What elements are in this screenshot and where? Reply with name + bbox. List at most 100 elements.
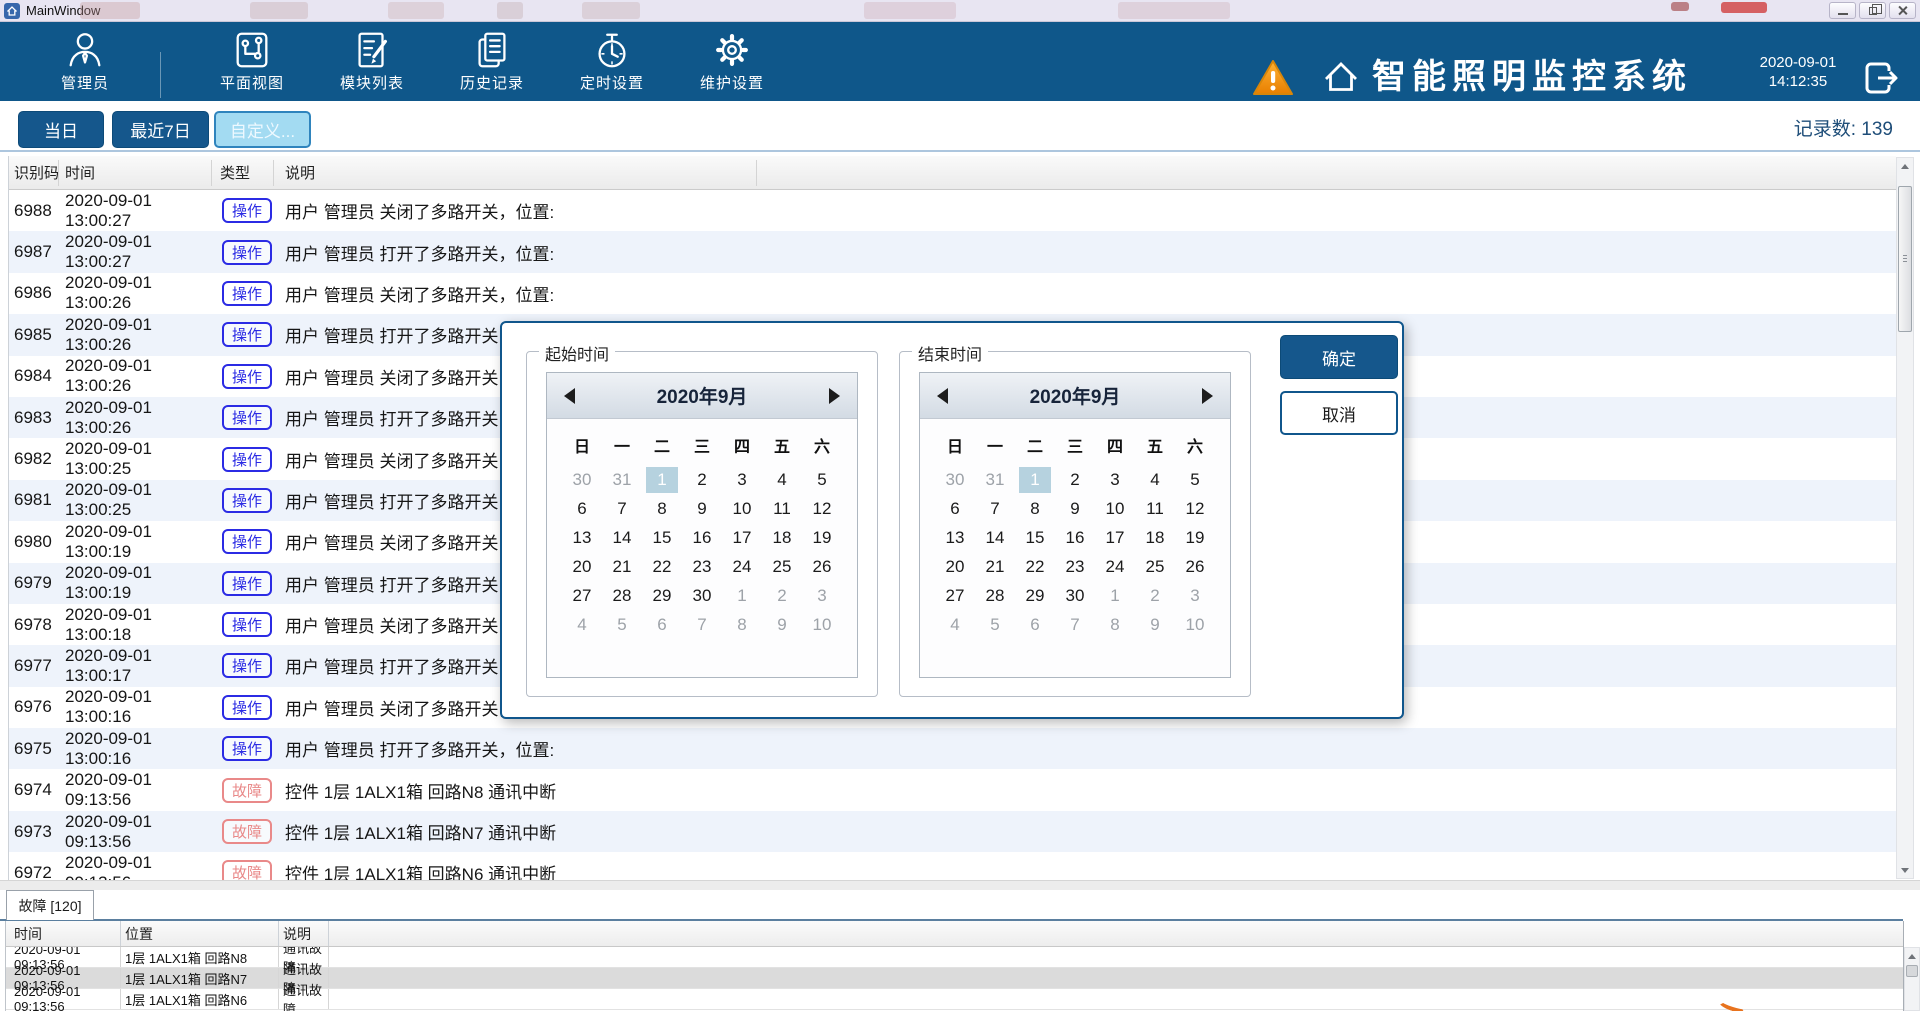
calendar-day[interactable]: 6 xyxy=(935,499,975,519)
calendar-day[interactable]: 10 xyxy=(722,499,762,519)
next-month-icon[interactable] xyxy=(1202,388,1213,404)
calendar-day[interactable]: 16 xyxy=(1055,528,1095,548)
log-row[interactable]: 69882020-09-01 13:00:27操作用户 管理员 关闭了多路开关，… xyxy=(9,190,1896,231)
fault-column-location[interactable]: 位置 xyxy=(121,921,279,946)
calendar-day[interactable]: 25 xyxy=(1135,557,1175,577)
fault-column-time[interactable]: 时间 xyxy=(6,921,121,946)
fault-row[interactable]: 2020-09-01 09:13:561层 1ALX1箱 回路N6通讯故障 xyxy=(6,989,1903,1010)
calendar-day[interactable]: 12 xyxy=(802,499,842,519)
calendar-day[interactable]: 6 xyxy=(1015,615,1055,635)
filter-button-2[interactable]: 最近7日 xyxy=(112,111,209,148)
calendar-day[interactable]: 30 xyxy=(562,470,602,490)
calendar-day[interactable]: 18 xyxy=(762,528,802,548)
calendar-day[interactable]: 23 xyxy=(1055,557,1095,577)
calendar-day[interactable]: 4 xyxy=(1135,470,1175,490)
calendar-day[interactable]: 15 xyxy=(642,528,682,548)
main-table-scrollbar[interactable] xyxy=(1896,157,1914,879)
calendar-day[interactable]: 20 xyxy=(935,557,975,577)
calendar-day[interactable]: 7 xyxy=(682,615,722,635)
calendar-day[interactable]: 30 xyxy=(1055,586,1095,606)
prev-month-icon[interactable] xyxy=(937,388,948,404)
nav-item-4[interactable]: 历史记录 xyxy=(437,29,547,93)
calendar-day[interactable]: 9 xyxy=(1135,615,1175,635)
calendar-day[interactable]: 10 xyxy=(1175,615,1215,635)
next-month-icon[interactable] xyxy=(829,388,840,404)
calendar-day[interactable]: 23 xyxy=(682,557,722,577)
log-row[interactable]: 69732020-09-01 09:13:56故障控件 1层 1ALX1箱 回路… xyxy=(9,811,1896,852)
calendar-day[interactable]: 9 xyxy=(762,615,802,635)
calendar-day[interactable]: 21 xyxy=(975,557,1015,577)
calendar-day[interactable]: 4 xyxy=(762,470,802,490)
calendar-day[interactable]: 7 xyxy=(602,499,642,519)
prev-month-icon[interactable] xyxy=(564,388,575,404)
nav-item-6[interactable]: 维护设置 xyxy=(677,29,787,93)
log-row[interactable]: 69862020-09-01 13:00:26操作用户 管理员 关闭了多路开关，… xyxy=(9,273,1896,314)
calendar-day[interactable]: 28 xyxy=(602,586,642,606)
scrollbar-thumb[interactable] xyxy=(1898,186,1912,332)
calendar-day[interactable]: 7 xyxy=(975,499,1015,519)
calendar-day[interactable]: 1 xyxy=(642,467,682,493)
calendar-day[interactable]: 4 xyxy=(562,615,602,635)
fault-tab[interactable]: 故障 [120] xyxy=(6,890,94,920)
filter-button-3[interactable]: 自定义... xyxy=(214,111,311,148)
calendar-day[interactable]: 30 xyxy=(682,586,722,606)
close-button[interactable] xyxy=(1889,2,1916,19)
calendar-day[interactable]: 2 xyxy=(1055,470,1095,490)
calendar-day[interactable]: 9 xyxy=(682,499,722,519)
column-header-time[interactable]: 时间 xyxy=(65,162,218,183)
calendar-day[interactable]: 3 xyxy=(802,586,842,606)
calendar-day[interactable]: 26 xyxy=(802,557,842,577)
calendar-day[interactable]: 10 xyxy=(802,615,842,635)
calendar-day[interactable]: 24 xyxy=(1095,557,1135,577)
calendar-day[interactable]: 5 xyxy=(602,615,642,635)
calendar-day[interactable]: 27 xyxy=(935,586,975,606)
calendar-day[interactable]: 26 xyxy=(1175,557,1215,577)
calendar-day[interactable]: 31 xyxy=(975,470,1015,490)
filter-button-1[interactable]: 当日 xyxy=(18,111,104,148)
calendar-day[interactable]: 29 xyxy=(642,586,682,606)
nav-item-5[interactable]: 定时设置 xyxy=(557,29,667,93)
alarm-warning-icon[interactable] xyxy=(1251,58,1295,103)
calendar-day[interactable]: 2 xyxy=(1135,586,1175,606)
calendar-day[interactable]: 14 xyxy=(975,528,1015,548)
calendar-day[interactable]: 19 xyxy=(1175,528,1215,548)
column-header-type[interactable]: 类型 xyxy=(218,162,285,183)
calendar-day[interactable]: 30 xyxy=(935,470,975,490)
calendar-day[interactable]: 3 xyxy=(1175,586,1215,606)
column-header-id[interactable]: 识别码 xyxy=(9,162,65,183)
calendar-day[interactable]: 19 xyxy=(802,528,842,548)
calendar-day[interactable]: 13 xyxy=(935,528,975,548)
fault-table-scrollbar[interactable] xyxy=(1904,947,1920,1011)
cancel-button[interactable]: 取消 xyxy=(1280,391,1398,435)
calendar-day[interactable]: 15 xyxy=(1015,528,1055,548)
calendar-day[interactable]: 3 xyxy=(722,470,762,490)
log-row[interactable]: 69752020-09-01 13:00:16操作用户 管理员 打开了多路开关，… xyxy=(9,728,1896,769)
calendar-day[interactable]: 12 xyxy=(1175,499,1215,519)
calendar-day[interactable]: 28 xyxy=(975,586,1015,606)
calendar-day[interactable]: 31 xyxy=(602,470,642,490)
calendar-day[interactable]: 5 xyxy=(1175,470,1215,490)
calendar-day[interactable]: 6 xyxy=(642,615,682,635)
calendar-day[interactable]: 7 xyxy=(1055,615,1095,635)
calendar-day[interactable]: 3 xyxy=(1095,470,1135,490)
calendar-day[interactable]: 25 xyxy=(762,557,802,577)
nav-item-2[interactable]: 平面视图 xyxy=(197,29,307,93)
home-icon[interactable] xyxy=(1320,55,1362,106)
scroll-down-arrow[interactable] xyxy=(1897,862,1913,878)
logout-icon[interactable] xyxy=(1858,56,1902,105)
calendar-day[interactable]: 16 xyxy=(682,528,722,548)
log-row[interactable]: 69742020-09-01 09:13:56故障控件 1层 1ALX1箱 回路… xyxy=(9,769,1896,810)
calendar-day[interactable]: 8 xyxy=(1095,615,1135,635)
scrollbar-thumb[interactable] xyxy=(1906,965,1918,977)
calendar-day[interactable]: 11 xyxy=(1135,499,1175,519)
calendar-day[interactable]: 8 xyxy=(1015,499,1055,519)
calendar-day[interactable]: 4 xyxy=(935,615,975,635)
log-row[interactable]: 69872020-09-01 13:00:27操作用户 管理员 打开了多路开关，… xyxy=(9,231,1896,272)
calendar-day[interactable]: 2 xyxy=(682,470,722,490)
calendar-day[interactable]: 10 xyxy=(1095,499,1135,519)
scroll-up-arrow[interactable] xyxy=(1897,158,1913,174)
calendar-day[interactable]: 18 xyxy=(1135,528,1175,548)
calendar-day[interactable]: 8 xyxy=(722,615,762,635)
calendar-day[interactable]: 6 xyxy=(562,499,602,519)
calendar-day[interactable]: 27 xyxy=(562,586,602,606)
